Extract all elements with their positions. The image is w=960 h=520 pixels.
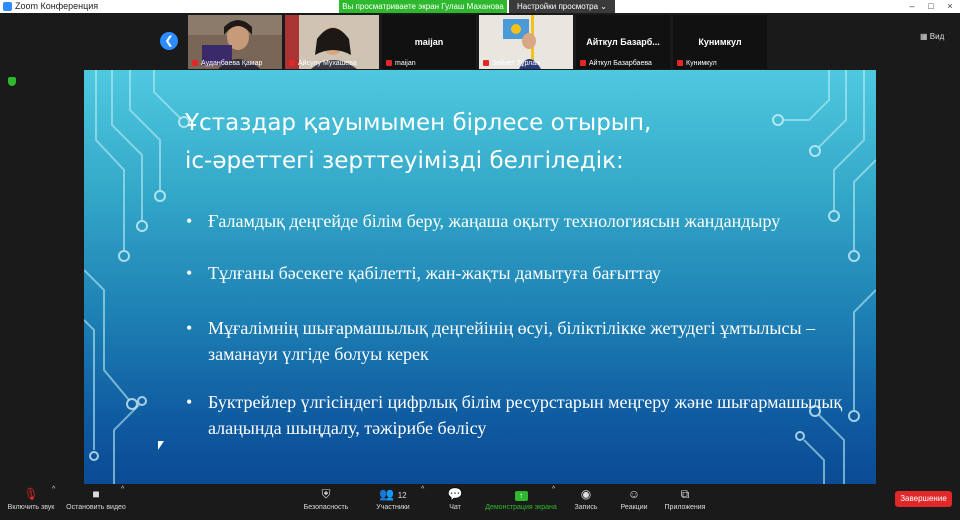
video-options-caret[interactable]: ^	[121, 486, 124, 493]
chat-bubble-icon: 💬	[447, 487, 463, 501]
participant-tile[interactable]: Ауданбаева Қамар	[188, 15, 282, 69]
slide-bullet-text: Тұлғаны бәсекеге қабілетті, жан-жақты да…	[208, 263, 661, 283]
gallery-prev-button[interactable]: ❮	[160, 32, 178, 50]
bullet-dot: •	[186, 263, 193, 283]
zoom-icon	[3, 2, 12, 11]
bullet-dot: •	[186, 211, 193, 231]
reactions-button[interactable]: ☺ Реакции	[614, 486, 654, 511]
participant-gallery: ❮ Ауданбаева Қамар Айсулу Мухашева maija…	[0, 13, 960, 69]
window-title: Zoom Конференция	[15, 1, 99, 11]
participant-name-bar: Ауданбаева Қамар	[188, 58, 282, 69]
shared-screen-slide: Ұстаздар қауымымен бірлесе отырып, іс-әр…	[84, 70, 876, 484]
screen-share-banner: Вы просматриваете экран Гулаш Маханова	[339, 0, 507, 13]
view-options-button[interactable]: Настройки просмотра ⌄	[509, 0, 615, 13]
maximize-button[interactable]: □	[922, 0, 940, 13]
share-screen-icon: ↑	[480, 487, 562, 501]
meeting-toolbar: 🎙 Включить звук ^ ■ Остановить видео ^ ⛨…	[0, 484, 960, 520]
muted-mic-icon	[483, 60, 489, 67]
chevron-down-icon: ⌄	[600, 2, 607, 11]
apps-icon: ⧉	[680, 487, 690, 501]
participant-name-bar: Айткул Базарбаева	[576, 58, 670, 69]
chevron-left-icon: ❮	[164, 35, 174, 47]
video-camera-icon: ■	[92, 487, 100, 501]
view-toggle-button[interactable]: ▦ Вид	[920, 32, 944, 41]
slide-title: Ұстаздар қауымымен бірлесе отырып, іс-әр…	[185, 104, 805, 180]
participants-options-caret[interactable]: ^	[421, 486, 424, 493]
slide-title-line-2: іс-әреттегі зерттеуімізді белгіледік:	[185, 148, 624, 174]
participants-icon: 👥 12	[379, 487, 407, 501]
muted-mic-icon	[192, 60, 198, 67]
grid-icon: ▦	[920, 32, 928, 41]
security-button[interactable]: ⛨ Безопасность	[296, 486, 356, 511]
bullet-dot: •	[186, 392, 193, 412]
participant-tile[interactable]: Кунимкул Кунимкул	[673, 15, 767, 69]
participant-placeholder-name: maijan	[414, 37, 444, 47]
minimize-button[interactable]: –	[903, 0, 921, 13]
slide-bullet-text: Ғаламдық деңгейде білім беру, жаңаша оқы…	[208, 211, 781, 231]
participant-tile[interactable]: Айсулу Мухашева	[285, 15, 379, 69]
share-screen-button[interactable]: ↑ Демонстрация экрана	[480, 486, 562, 511]
participant-name-bar: Кунимкул	[673, 58, 767, 69]
mouse-cursor-icon	[158, 441, 164, 450]
chat-button[interactable]: 💬 Чат	[440, 486, 470, 511]
participant-name-bar: Айсулу Мухашева	[285, 58, 379, 69]
slide-bullet-text: Буктрейлер үлгісіндегі цифрлық білім рес…	[208, 392, 843, 438]
participant-name-bar: Зейнет Тұрлан	[479, 58, 573, 69]
muted-mic-icon	[289, 60, 295, 67]
record-icon: ◉	[580, 487, 592, 501]
end-meeting-button[interactable]: Завершение	[895, 491, 952, 507]
participant-tile[interactable]: Зейнет Тұрлан	[479, 15, 573, 69]
shield-icon: ⛨	[321, 487, 331, 501]
muted-mic-icon	[580, 60, 586, 67]
participant-tile[interactable]: maijan maijan	[382, 15, 476, 69]
participants-count: 12	[397, 491, 407, 500]
participant-name-bar: maijan	[382, 58, 476, 69]
bullet-dot: •	[186, 318, 193, 338]
participant-tile[interactable]: Айткул Базарб... Айткул Базарбаева	[576, 15, 670, 69]
share-options-caret[interactable]: ^	[552, 486, 555, 493]
participants-button[interactable]: 👥 12 Участники	[368, 486, 418, 511]
smiley-plus-icon: ☺	[627, 487, 641, 501]
apps-button[interactable]: ⧉ Приложения	[660, 486, 710, 511]
audio-options-caret[interactable]: ^	[52, 486, 55, 493]
view-options-label: Настройки просмотра	[517, 2, 599, 11]
close-button[interactable]: ×	[941, 0, 959, 13]
muted-mic-icon	[386, 60, 392, 67]
participant-placeholder-name: Кунимкул	[698, 37, 742, 47]
slide-title-line-1: Ұстаздар қауымымен бірлесе отырып,	[185, 110, 652, 136]
stop-video-button[interactable]: ■ Остановить видео	[62, 486, 130, 511]
slide-bullet-text: Мұғалімнің шығармашылық деңгейінің өсуі,…	[208, 318, 816, 364]
participant-placeholder-name: Айткул Базарб...	[586, 37, 660, 47]
encryption-shield-icon	[8, 77, 16, 86]
record-button[interactable]: ◉ Запись	[568, 486, 604, 511]
muted-mic-icon	[677, 60, 683, 67]
